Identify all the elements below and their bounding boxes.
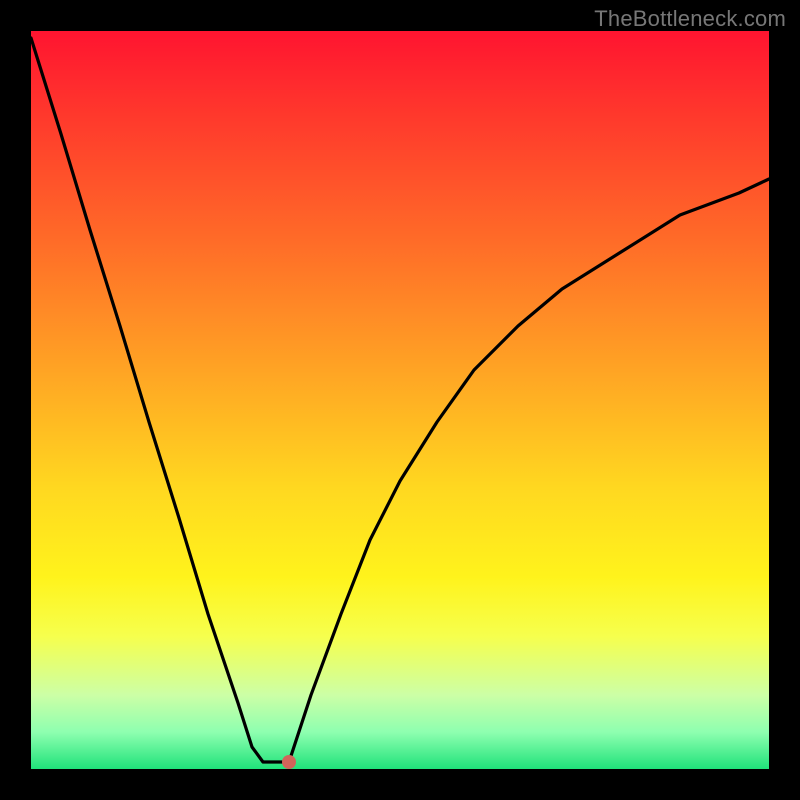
chart-stage: TheBottleneck.com [0, 0, 800, 800]
plot-area [31, 31, 769, 769]
watermark-text: TheBottleneck.com [594, 6, 786, 32]
marker-dot [282, 755, 296, 769]
curve-path [31, 38, 769, 762]
bottleneck-curve [31, 31, 769, 769]
